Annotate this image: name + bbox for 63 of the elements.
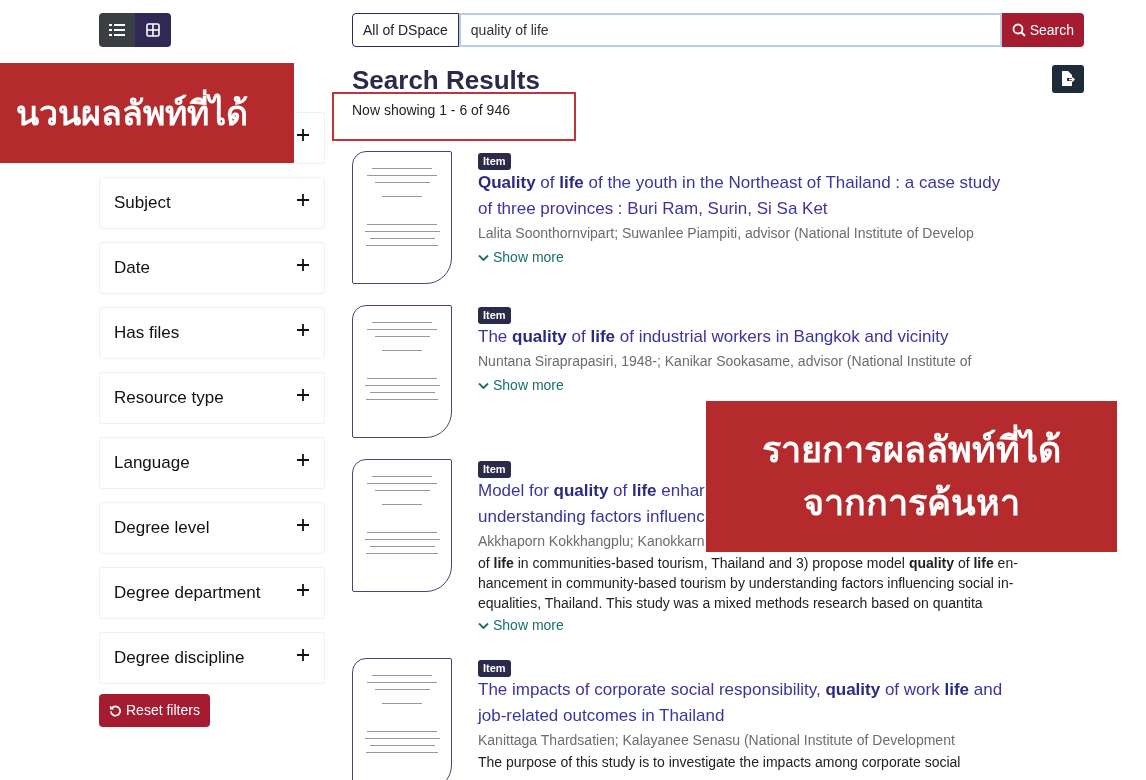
result-count: Now showing 1 - 6 of 946	[352, 100, 511, 120]
filter-title: Degree department	[114, 582, 261, 605]
author-line: Nuntana Siraprapasiri, 1948-; Kanikar Sookasame, advisor (National Institute of	[478, 351, 972, 371]
search-field[interactable]: quality of life	[458, 13, 1002, 47]
result-title-link[interactable]: Quality of life of the youth in the Northeast of Thailand : a case study	[478, 169, 1001, 196]
filter-panel[interactable]: Language	[99, 437, 325, 489]
abstract-line: hancement in community-based tourism by understanding factors influencing social in-	[478, 573, 1014, 593]
filter-panel[interactable]: Resource type	[99, 372, 325, 424]
filter-title: Degree discipline	[114, 647, 245, 670]
result-title-link[interactable]: The quality of life of industrial workers in Bangkok and vicinity	[478, 323, 949, 350]
item-badge: Item	[478, 152, 511, 170]
annotation-text: จากการค้นหา	[803, 480, 1020, 525]
filter-title: Subject	[114, 192, 171, 215]
page-heading: Search Results	[352, 64, 540, 97]
grid-icon	[146, 23, 160, 37]
list-view-button[interactable]	[99, 13, 135, 47]
result-title-link[interactable]: The impacts of corporate social responsibility, quality of work life and	[478, 677, 1003, 704]
abstract-line: equalities, Thailand. This study was a mixed methods research based on quantita	[478, 593, 983, 613]
filter-panel[interactable]: Subject	[99, 177, 325, 229]
show-more-link[interactable]: Show more	[478, 374, 564, 398]
reset-filters-button[interactable]: Reset filters	[99, 694, 210, 727]
search-icon	[1011, 23, 1026, 37]
author-line: Kanittaga Thardsatien; Kalayanee Senasu (National Institute of Development	[478, 731, 955, 751]
document-thumbnail[interactable]	[352, 304, 452, 438]
annotation-text: รายการผลลัพท์ที่ได้	[762, 424, 1061, 477]
result-title-link[interactable]: Model for quality of life enhar	[478, 477, 705, 504]
filter-title: Resource type	[114, 387, 224, 410]
item-badge: Item	[478, 660, 511, 678]
filter-title: Date	[114, 257, 150, 280]
export-button[interactable]	[1052, 65, 1084, 93]
grid-view-button[interactable]	[135, 13, 171, 47]
filter-panel[interactable]: Degree discipline	[99, 632, 325, 684]
annotation-text: นวนผลลัพท์ที่ได้	[16, 87, 248, 139]
document-thumbnail[interactable]	[352, 150, 452, 284]
chevron-down-icon	[478, 621, 489, 630]
document-thumbnail[interactable]	[352, 658, 452, 780]
filter-panel[interactable]: Degree level	[99, 502, 325, 554]
abstract-line: The purpose of this study is to investigate the impacts among corporate social	[478, 753, 961, 773]
show-more-link[interactable]: Show more	[478, 614, 564, 638]
filter-panel[interactable]: Has files	[99, 307, 325, 359]
filter-title: Has files	[114, 322, 180, 345]
result-title-link[interactable]: job-related outcomes in Thailand	[478, 703, 725, 730]
search-button[interactable]: Search	[1001, 13, 1084, 47]
author-line: Akkhaporn Kokkhangplu; Kanokkarn	[478, 531, 705, 551]
item-badge: Item	[478, 460, 511, 478]
filter-panel[interactable]: Date	[99, 242, 325, 294]
file-export-icon	[1061, 71, 1075, 87]
filter-panel[interactable]: Degree department	[99, 567, 325, 619]
list-icon	[109, 23, 125, 37]
result-title-link[interactable]: understanding factors influenc	[478, 503, 705, 530]
filter-title: Language	[114, 452, 190, 475]
chevron-down-icon	[478, 381, 489, 390]
author-line: Lalita Soonthornvipart; Suwanlee Piampiti, advisor (National Institute of Develop	[478, 223, 974, 243]
item-badge: Item	[478, 306, 511, 324]
document-thumbnail[interactable]	[352, 458, 452, 592]
reset-icon	[109, 704, 122, 717]
abstract-line: of life in communities-based tourism, Thailand and 3) propose model quality of life en-	[478, 553, 1018, 573]
show-more-link[interactable]: Show more	[478, 246, 564, 270]
filter-title: Degree level	[114, 517, 210, 540]
chevron-down-icon	[478, 253, 489, 262]
filter-panel[interactable]	[295, 112, 325, 164]
result-title-link[interactable]: of three provinces : Buri Ram, Surin, Si Sa Ket	[478, 195, 828, 222]
scope-dropdown[interactable]: All of DSpace	[352, 13, 459, 47]
